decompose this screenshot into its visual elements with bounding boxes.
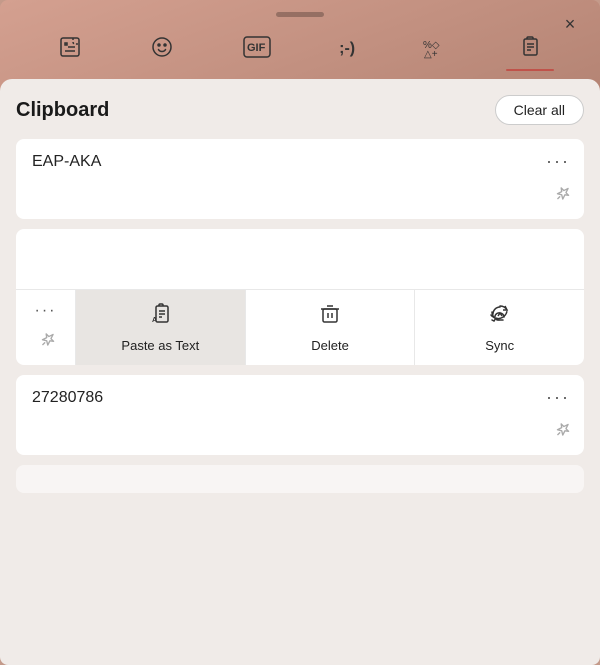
delete-icon [318, 302, 342, 332]
clipboard-item-1-pin-button[interactable] [547, 181, 576, 210]
clipboard-item-2: ··· [16, 229, 584, 365]
clipboard-item-1-more-button[interactable]: ··· [546, 151, 570, 172]
kaomoji-icon: ;-) [339, 41, 355, 57]
drag-bar [276, 12, 324, 17]
sync-button[interactable]: Sync [415, 290, 584, 365]
tabs-bar: GIF ;-) %◇ △+ [0, 23, 600, 71]
sync-icon [488, 302, 512, 332]
paste-as-text-label: Paste as Text [121, 338, 199, 353]
emoji-icon [150, 35, 174, 63]
close-button[interactable]: × [556, 10, 584, 38]
clipboard-panel: × [0, 0, 600, 665]
paste-as-text-button[interactable]: A Paste as Text [76, 290, 246, 365]
tab-kaomoji[interactable]: ;-) [327, 35, 367, 65]
clipboard-item-2-context-menu: ··· [16, 289, 584, 365]
clipboard-item-2-pin-button[interactable] [31, 327, 60, 356]
delete-label: Delete [311, 338, 349, 353]
clear-all-button[interactable]: Clear all [495, 95, 584, 125]
paste-as-text-icon: A [148, 302, 172, 332]
clipboard-item-2-more-button[interactable]: ··· [35, 302, 57, 320]
tab-clipboard[interactable] [506, 29, 554, 71]
svg-text:GIF: GIF [247, 42, 266, 54]
tab-sticker[interactable] [46, 29, 94, 71]
clipboard-item-3: 27280786 ··· [16, 375, 584, 455]
clipboard-item-3-pin-button[interactable] [547, 417, 576, 446]
svg-text:A: A [152, 317, 157, 324]
clipboard-item-1-text: EAP-AKA [32, 153, 101, 170]
clipboard-item-1: EAP-AKA ··· [16, 139, 584, 219]
delete-button[interactable]: Delete [246, 290, 416, 365]
tab-special-chars[interactable]: %◇ △+ [411, 29, 461, 71]
clipboard-content: Clipboard Clear all EAP-AKA ··· ··· [0, 79, 600, 665]
special-chars-icon: %◇ △+ [423, 35, 449, 63]
tab-gif[interactable]: GIF [231, 30, 283, 70]
sync-label: Sync [485, 338, 514, 353]
gif-icon: GIF [243, 36, 271, 62]
clipboard-item-2-actions: A Paste as Text De [76, 290, 584, 365]
section-title: Clipboard [16, 99, 109, 122]
clipboard-item-2-top [16, 229, 584, 279]
clipboard-item-3-text: 27280786 [32, 389, 103, 406]
drag-handle [0, 0, 600, 23]
clipboard-icon [518, 35, 542, 63]
section-header: Clipboard Clear all [16, 95, 584, 125]
svg-text:△+: △+ [424, 49, 438, 59]
clipboard-item-3-more-button[interactable]: ··· [546, 387, 570, 408]
sticker-icon [58, 35, 82, 63]
clipboard-item-4-partial [16, 465, 584, 493]
tab-emoji[interactable] [138, 29, 186, 71]
clipboard-item-2-side-actions: ··· [16, 290, 76, 365]
